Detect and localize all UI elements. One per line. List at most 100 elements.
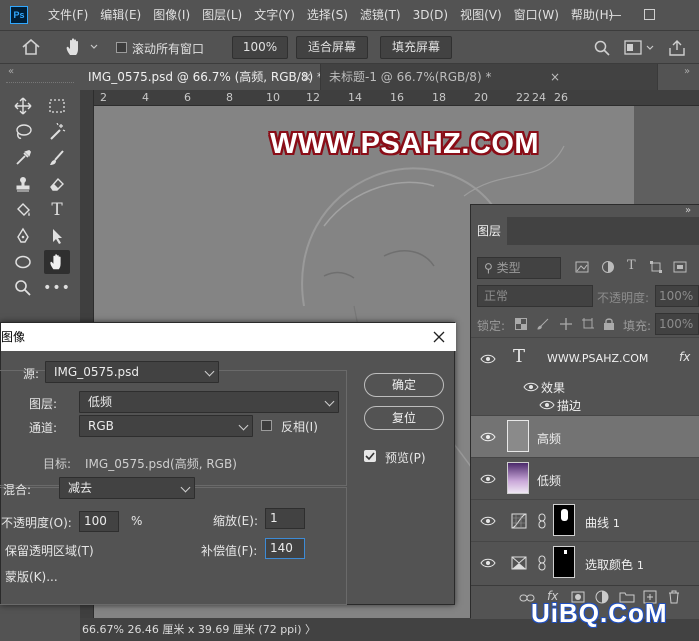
menu-window[interactable]: 窗口(W) bbox=[508, 0, 565, 30]
stamp-tool-icon[interactable] bbox=[10, 172, 36, 196]
tab-img-0575[interactable]: IMG_0575.psd @ 66.7% (高频, RGB/8) * × bbox=[80, 64, 323, 90]
mask-label[interactable]: 蒙版(K)... bbox=[5, 568, 58, 585]
minimize-icon[interactable] bbox=[609, 15, 621, 16]
visibility-eye-icon[interactable] bbox=[523, 382, 539, 392]
panel-collapse-icon[interactable]: » bbox=[685, 205, 691, 216]
filter-smart-object-icon[interactable] bbox=[673, 260, 687, 274]
opacity-input[interactable]: 100% bbox=[655, 285, 699, 307]
zoom-100-button[interactable]: 100% bbox=[232, 36, 288, 59]
ruler-tick: 12 bbox=[306, 91, 320, 104]
filter-shape-icon[interactable] bbox=[649, 260, 663, 274]
opacity-input[interactable]: 100 bbox=[79, 511, 119, 532]
chain-link-icon[interactable] bbox=[537, 513, 547, 529]
fill-screen-button[interactable]: 填充屏幕 bbox=[380, 36, 452, 59]
close-icon[interactable]: × bbox=[302, 64, 312, 90]
menu-file[interactable]: 文件(F) bbox=[42, 0, 94, 30]
eraser-tool-icon[interactable] bbox=[44, 172, 70, 196]
expand-icon[interactable]: » bbox=[684, 66, 690, 77]
fill-input[interactable]: 100% bbox=[655, 313, 699, 335]
collapse-icon[interactable]: « bbox=[8, 66, 14, 77]
layer-filter-select[interactable]: ⚲ 类型 bbox=[477, 257, 561, 279]
more-tools-icon[interactable]: ••• bbox=[43, 276, 70, 300]
preview-checkbox[interactable] bbox=[364, 450, 376, 462]
tab-layers[interactable]: 图层 bbox=[471, 217, 507, 245]
reset-button[interactable]: 复位 bbox=[364, 406, 444, 430]
brush-tool-icon[interactable] bbox=[44, 146, 70, 170]
maximize-icon[interactable] bbox=[644, 9, 655, 20]
layer-row-low-freq[interactable]: 低频 bbox=[471, 457, 699, 499]
filter-type-icon[interactable]: T bbox=[627, 258, 636, 273]
lasso-tool-icon[interactable] bbox=[10, 120, 36, 144]
search-icon[interactable] bbox=[594, 40, 610, 56]
scale-input[interactable]: 1 bbox=[265, 508, 305, 529]
magic-wand-tool-icon[interactable] bbox=[44, 120, 70, 144]
curves-adjustment-icon bbox=[511, 513, 527, 529]
scroll-all-checkbox[interactable] bbox=[116, 42, 127, 53]
paint-bucket-tool-icon[interactable] bbox=[10, 198, 36, 222]
filter-adjustment-icon[interactable] bbox=[601, 260, 615, 274]
fit-screen-button[interactable]: 适合屏幕 bbox=[296, 36, 368, 59]
visibility-eye-icon[interactable] bbox=[480, 432, 496, 442]
chevron-down-icon[interactable] bbox=[90, 43, 98, 51]
apply-image-dialog: 图像 源: IMG_0575.psd 图层: 低频 通道: RGB 反相(I) … bbox=[0, 322, 456, 605]
layer-row-selective-color[interactable]: 选取颜色 1 bbox=[471, 541, 699, 583]
visibility-eye-icon[interactable] bbox=[480, 354, 496, 364]
home-icon[interactable] bbox=[22, 39, 40, 55]
close-icon[interactable]: × bbox=[550, 64, 560, 90]
opacity-label: 不透明度: bbox=[597, 291, 650, 305]
blending-select[interactable]: 减去 bbox=[59, 477, 195, 499]
menu-layer[interactable]: 图层(L) bbox=[196, 0, 248, 30]
fx-icon[interactable]: fx bbox=[679, 350, 690, 364]
layer-row-curves[interactable]: 曲线 1 bbox=[471, 499, 699, 541]
eyedropper-tool-icon[interactable] bbox=[10, 146, 36, 170]
pen-tool-icon[interactable] bbox=[10, 224, 36, 248]
preserve-transparency-label[interactable]: 保留透明区域(T) bbox=[5, 542, 94, 559]
menu-edit[interactable]: 编辑(E) bbox=[94, 0, 147, 30]
type-tool-icon[interactable]: T bbox=[44, 198, 70, 222]
path-select-tool-icon[interactable] bbox=[44, 224, 70, 248]
ellipse-tool-icon[interactable] bbox=[10, 250, 36, 274]
menu-filter[interactable]: 滤镜(T) bbox=[354, 0, 407, 30]
hand-tool-icon[interactable] bbox=[44, 250, 70, 274]
layer-row-high-freq[interactable]: 高频 bbox=[471, 415, 699, 457]
lock-pixels-icon[interactable] bbox=[537, 318, 549, 330]
lock-transparent-icon[interactable] bbox=[515, 318, 527, 330]
blend-mode-select[interactable]: 正常 bbox=[477, 285, 593, 307]
visibility-eye-icon[interactable] bbox=[480, 558, 496, 568]
marquee-tool-icon[interactable] bbox=[44, 94, 70, 118]
delete-layer-icon[interactable] bbox=[667, 589, 681, 604]
visibility-eye-icon[interactable] bbox=[480, 516, 496, 526]
close-icon[interactable] bbox=[433, 331, 445, 343]
menu-image[interactable]: 图像(I) bbox=[147, 0, 196, 30]
offset-input[interactable]: 140 bbox=[265, 538, 305, 559]
lock-artboard-icon[interactable] bbox=[581, 317, 595, 331]
lock-position-icon[interactable] bbox=[559, 317, 573, 331]
visibility-eye-icon[interactable] bbox=[480, 474, 496, 484]
layer-row-text[interactable]: T WWW.PSAHZ.COM fx 效果 描边 bbox=[471, 337, 699, 415]
move-tool-icon[interactable] bbox=[10, 94, 36, 118]
chain-link-icon[interactable] bbox=[537, 555, 547, 571]
channel-select[interactable]: RGB bbox=[79, 415, 253, 437]
menu-view[interactable]: 视图(V) bbox=[454, 0, 508, 30]
layer-name: 选取颜色 1 bbox=[585, 558, 644, 572]
filter-pixel-icon[interactable] bbox=[575, 260, 589, 274]
menu-type[interactable]: 文字(Y) bbox=[248, 0, 301, 30]
share-icon[interactable] bbox=[668, 39, 686, 57]
lock-label: 锁定: bbox=[477, 319, 506, 333]
lock-all-icon[interactable] bbox=[603, 317, 615, 331]
menu-3d[interactable]: 3D(D) bbox=[407, 0, 454, 30]
hand-tool-icon[interactable] bbox=[64, 37, 84, 57]
layer-select[interactable]: 低频 bbox=[79, 391, 339, 413]
chevron-down-icon[interactable] bbox=[646, 45, 654, 51]
zoom-tool-icon[interactable] bbox=[10, 276, 36, 300]
workspace-icon[interactable] bbox=[624, 40, 642, 55]
source-select[interactable]: IMG_0575.psd bbox=[45, 361, 219, 383]
tab-untitled-1[interactable]: 未标题-1 @ 66.7%(RGB/8) * × bbox=[320, 64, 568, 90]
ruler-tick: 16 bbox=[390, 91, 404, 104]
invert-checkbox[interactable] bbox=[261, 420, 272, 431]
visibility-eye-icon[interactable] bbox=[539, 400, 555, 410]
menu-select[interactable]: 选择(S) bbox=[301, 0, 354, 30]
ok-button[interactable]: 确定 bbox=[364, 373, 444, 397]
channel-label: 通道: bbox=[29, 421, 58, 435]
source-label: 源: bbox=[23, 367, 40, 381]
